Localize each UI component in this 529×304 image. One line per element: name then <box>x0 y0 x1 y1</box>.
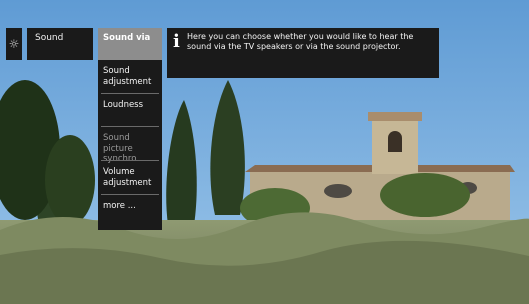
menu-item-label: Sound adjustment <box>103 66 152 87</box>
breadcrumb[interactable]: Sound <box>27 28 93 60</box>
menu-item-sound-adjustment[interactable]: Sound adjustment <box>98 66 156 87</box>
menu-separator <box>101 93 159 94</box>
settings-tab[interactable]: ☼ <box>6 28 22 60</box>
menu-separator <box>101 160 159 161</box>
gear-icon: ☼ <box>8 37 20 51</box>
menu-item-label: Sound via <box>103 33 151 43</box>
menu-item-sound-via[interactable]: Sound via <box>98 28 162 60</box>
menu-item-more[interactable]: more ... <box>98 201 162 212</box>
menu-item-loudness[interactable]: Loudness <box>98 100 162 111</box>
menu-item-label: Loudness <box>103 100 144 110</box>
menu-item-label: more ... <box>103 201 136 211</box>
breadcrumb-label: Sound <box>35 33 64 43</box>
info-text: Here you can choose whether you would li… <box>187 32 414 51</box>
menu-separator <box>101 194 159 195</box>
info-icon: i <box>173 31 180 52</box>
menu-separator <box>101 126 159 127</box>
menu-item-label: Volume adjustment <box>103 167 152 188</box>
sound-menu: Sound via Sound adjustment Loudness Soun… <box>98 28 162 230</box>
info-panel: i Here you can choose whether you would … <box>167 28 439 78</box>
menu-item-volume-adjustment[interactable]: Volume adjustment <box>98 167 152 188</box>
